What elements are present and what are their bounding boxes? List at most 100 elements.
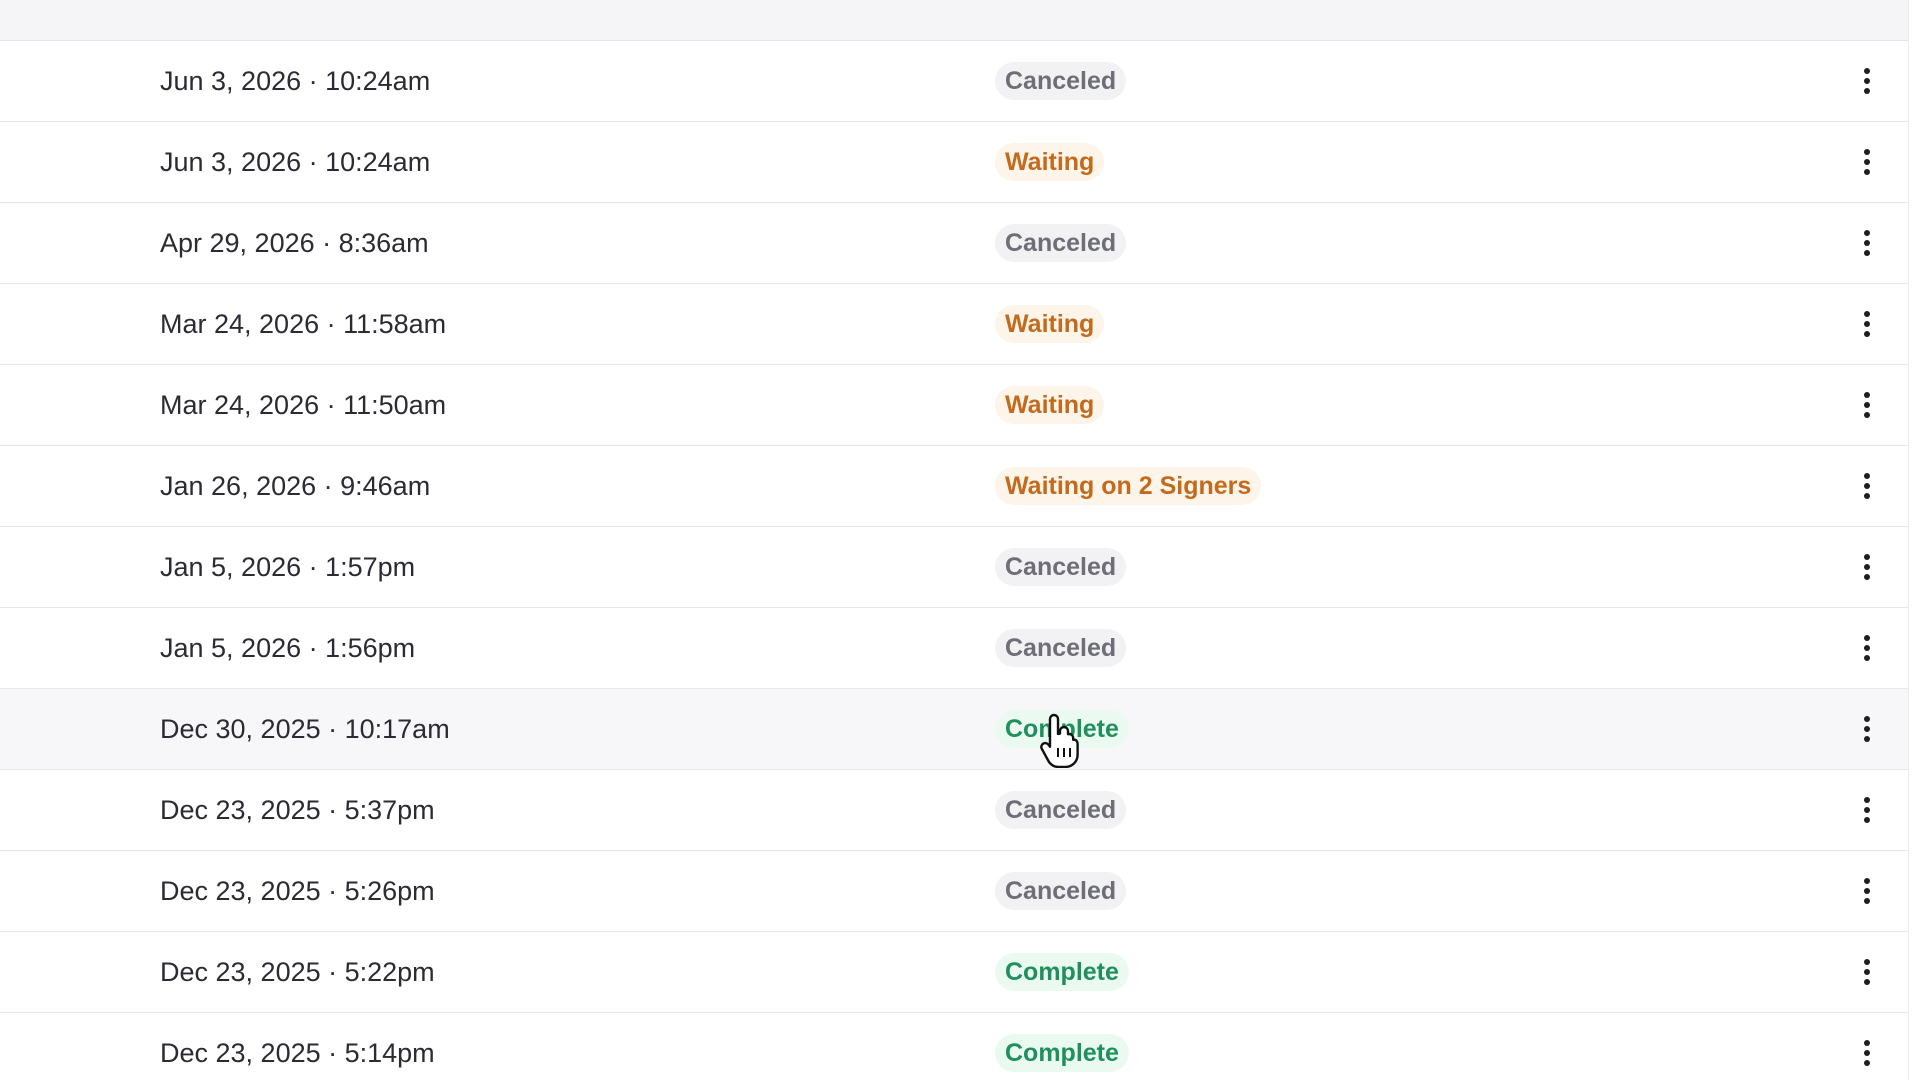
row-status-cell: Complete xyxy=(995,1034,1129,1072)
row-date: Dec 30, 2025 · 10:17am xyxy=(160,714,450,744)
menu-dot xyxy=(1864,1050,1870,1056)
row-status-cell: Complete xyxy=(995,953,1129,991)
row-status-cell: Canceled xyxy=(995,62,1127,100)
status-badge: Canceled xyxy=(995,62,1127,100)
more-vertical-icon[interactable] xyxy=(1852,223,1882,263)
more-vertical-icon[interactable] xyxy=(1852,871,1882,911)
more-vertical-icon[interactable] xyxy=(1852,790,1882,830)
table-header xyxy=(0,0,1908,41)
table-row[interactable]: Jan 5, 2026 · 1:57pm Canceled xyxy=(0,527,1908,608)
more-vertical-icon[interactable] xyxy=(1852,304,1882,344)
menu-dot xyxy=(1864,655,1870,661)
menu-dot xyxy=(1864,331,1870,337)
table-row[interactable]: Dec 23, 2025 · 5:22pm Complete xyxy=(0,932,1908,1013)
menu-dot xyxy=(1864,726,1870,732)
row-status-cell: Canceled xyxy=(995,548,1127,586)
status-badge: Canceled xyxy=(995,791,1127,829)
menu-dot xyxy=(1864,392,1870,398)
row-status-cell: Complete xyxy=(995,710,1129,748)
row-status-cell: Waiting xyxy=(995,386,1105,424)
menu-dot xyxy=(1864,412,1870,418)
menu-dot xyxy=(1864,797,1870,803)
row-date: Jan 5, 2026 · 1:57pm xyxy=(160,552,416,582)
more-vertical-icon[interactable] xyxy=(1852,1033,1882,1073)
menu-dot xyxy=(1864,159,1870,165)
menu-dot xyxy=(1864,817,1870,823)
status-badge: Canceled xyxy=(995,548,1127,586)
document-list-viewport: Jun 3, 2026 · 10:24am Canceled Jun 3, 2026… xyxy=(0,0,1920,1080)
table-row[interactable]: Jun 3, 2026 · 10:24am Canceled xyxy=(0,41,1908,122)
menu-dot xyxy=(1864,240,1870,246)
table-row[interactable]: Dec 23, 2025 · 5:26pm Canceled xyxy=(0,851,1908,932)
row-status-cell: Waiting xyxy=(995,305,1105,343)
documents-table: Jun 3, 2026 · 10:24am Canceled Jun 3, 2026… xyxy=(0,0,1909,1080)
more-vertical-icon[interactable] xyxy=(1852,952,1882,992)
status-badge: Complete xyxy=(995,1034,1129,1072)
menu-dot xyxy=(1864,493,1870,499)
table-row[interactable]: Dec 23, 2025 · 5:14pm Complete xyxy=(0,1013,1908,1080)
menu-dot xyxy=(1864,736,1870,742)
row-status-cell: Canceled xyxy=(995,629,1127,667)
menu-dot xyxy=(1864,149,1870,155)
more-vertical-icon[interactable] xyxy=(1852,628,1882,668)
row-status-cell: Canceled xyxy=(995,872,1127,910)
more-vertical-icon[interactable] xyxy=(1852,547,1882,587)
row-status-cell: Waiting on 2 Signers xyxy=(995,467,1262,505)
menu-dot xyxy=(1864,574,1870,580)
more-vertical-icon[interactable] xyxy=(1852,466,1882,506)
row-date: Mar 24, 2026 · 11:50am xyxy=(160,390,447,420)
table-row[interactable]: Dec 30, 2025 · 10:17am Complete xyxy=(0,689,1908,770)
status-badge: Canceled xyxy=(995,872,1127,910)
menu-dot xyxy=(1864,716,1870,722)
menu-dot xyxy=(1864,88,1870,94)
more-vertical-icon[interactable] xyxy=(1852,709,1882,749)
table-row[interactable]: Jun 3, 2026 · 10:24am Waiting xyxy=(0,122,1908,203)
menu-dot xyxy=(1864,169,1870,175)
status-badge: Waiting xyxy=(995,143,1105,181)
row-status-cell: Canceled xyxy=(995,224,1127,262)
status-badge: Canceled xyxy=(995,629,1127,667)
menu-dot xyxy=(1864,483,1870,489)
menu-dot xyxy=(1864,78,1870,84)
menu-dot xyxy=(1864,311,1870,317)
menu-dot xyxy=(1864,898,1870,904)
menu-dot xyxy=(1864,564,1870,570)
status-badge: Waiting xyxy=(995,386,1105,424)
row-date: Jan 26, 2026 · 9:46am xyxy=(160,471,431,501)
menu-dot xyxy=(1864,554,1870,560)
more-vertical-icon[interactable] xyxy=(1852,61,1882,101)
row-date: Dec 23, 2025 · 5:37pm xyxy=(160,795,435,825)
more-vertical-icon[interactable] xyxy=(1852,385,1882,425)
table-body: Jun 3, 2026 · 10:24am Canceled Jun 3, 2026… xyxy=(0,41,1908,1080)
status-badge: Complete xyxy=(995,710,1129,748)
status-badge: Waiting xyxy=(995,305,1105,343)
row-date: Dec 23, 2025 · 5:14pm xyxy=(160,1038,435,1068)
table-row[interactable]: Apr 29, 2026 · 8:36am Canceled xyxy=(0,203,1908,284)
table-row[interactable]: Jan 26, 2026 · 9:46am Waiting on 2 Signer… xyxy=(0,446,1908,527)
status-badge: Waiting on 2 Signers xyxy=(995,467,1262,505)
menu-dot xyxy=(1864,230,1870,236)
menu-dot xyxy=(1864,1060,1870,1066)
menu-dot xyxy=(1864,969,1870,975)
row-status-cell: Canceled xyxy=(995,791,1127,829)
row-date: Jan 5, 2026 · 1:56pm xyxy=(160,633,416,663)
table-row[interactable]: Mar 24, 2026 · 11:58am Waiting xyxy=(0,284,1908,365)
menu-dot xyxy=(1864,473,1870,479)
menu-dot xyxy=(1864,68,1870,74)
menu-dot xyxy=(1864,959,1870,965)
menu-dot xyxy=(1864,979,1870,985)
table-row[interactable]: Mar 24, 2026 · 11:50am Waiting xyxy=(0,365,1908,446)
menu-dot xyxy=(1864,645,1870,651)
row-date: Dec 23, 2025 · 5:26pm xyxy=(160,876,435,906)
more-vertical-icon[interactable] xyxy=(1852,142,1882,182)
menu-dot xyxy=(1864,888,1870,894)
table-row[interactable]: Dec 23, 2025 · 5:37pm Canceled xyxy=(0,770,1908,851)
menu-dot xyxy=(1864,250,1870,256)
menu-dot xyxy=(1864,807,1870,813)
menu-dot xyxy=(1864,878,1870,884)
table-row[interactable]: Jan 5, 2026 · 1:56pm Canceled xyxy=(0,608,1908,689)
status-badge: Canceled xyxy=(995,224,1127,262)
menu-dot xyxy=(1864,1040,1870,1046)
row-date: Jun 3, 2026 · 10:24am xyxy=(160,147,431,177)
row-status-cell: Waiting xyxy=(995,143,1105,181)
